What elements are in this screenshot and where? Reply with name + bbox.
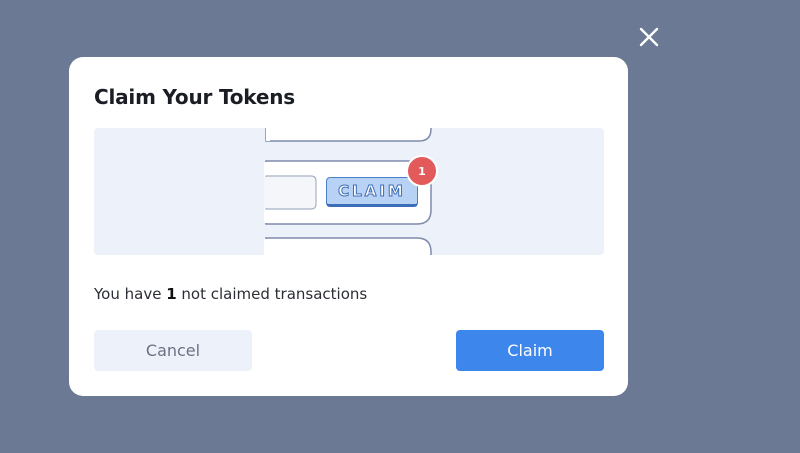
claim-illustration: CLAIM 1	[94, 128, 604, 255]
close-icon[interactable]	[637, 25, 661, 49]
illustration-claim-button: CLAIM	[326, 177, 418, 207]
unclaimed-count: 1	[166, 285, 177, 303]
claim-button[interactable]: Claim	[456, 330, 604, 371]
message-suffix: not claimed transactions	[176, 285, 368, 303]
claim-tokens-modal: Claim Your Tokens CLAIM 1 You have 1 not…	[69, 57, 628, 396]
cancel-button[interactable]: Cancel	[94, 330, 252, 371]
modal-title: Claim Your Tokens	[94, 85, 295, 109]
unclaimed-message: You have 1 not claimed transactions	[94, 285, 367, 303]
message-prefix: You have	[94, 285, 167, 303]
notification-badge: 1	[406, 155, 438, 187]
